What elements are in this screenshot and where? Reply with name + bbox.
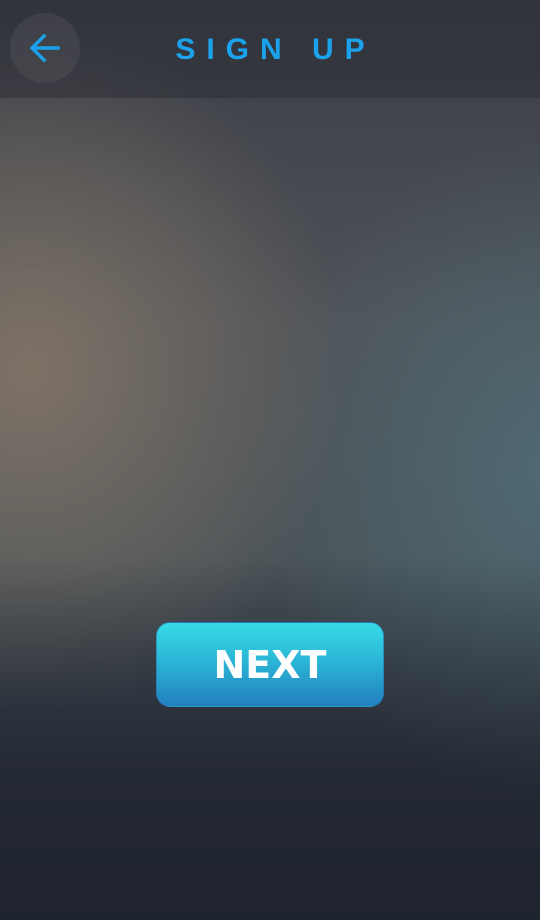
next-button-label: NEXT (213, 642, 327, 687)
top-bar: SIGN UP (0, 0, 540, 98)
background-shade (0, 560, 540, 920)
page-title: SIGN UP (175, 33, 376, 66)
next-button[interactable]: NEXT (156, 622, 384, 707)
